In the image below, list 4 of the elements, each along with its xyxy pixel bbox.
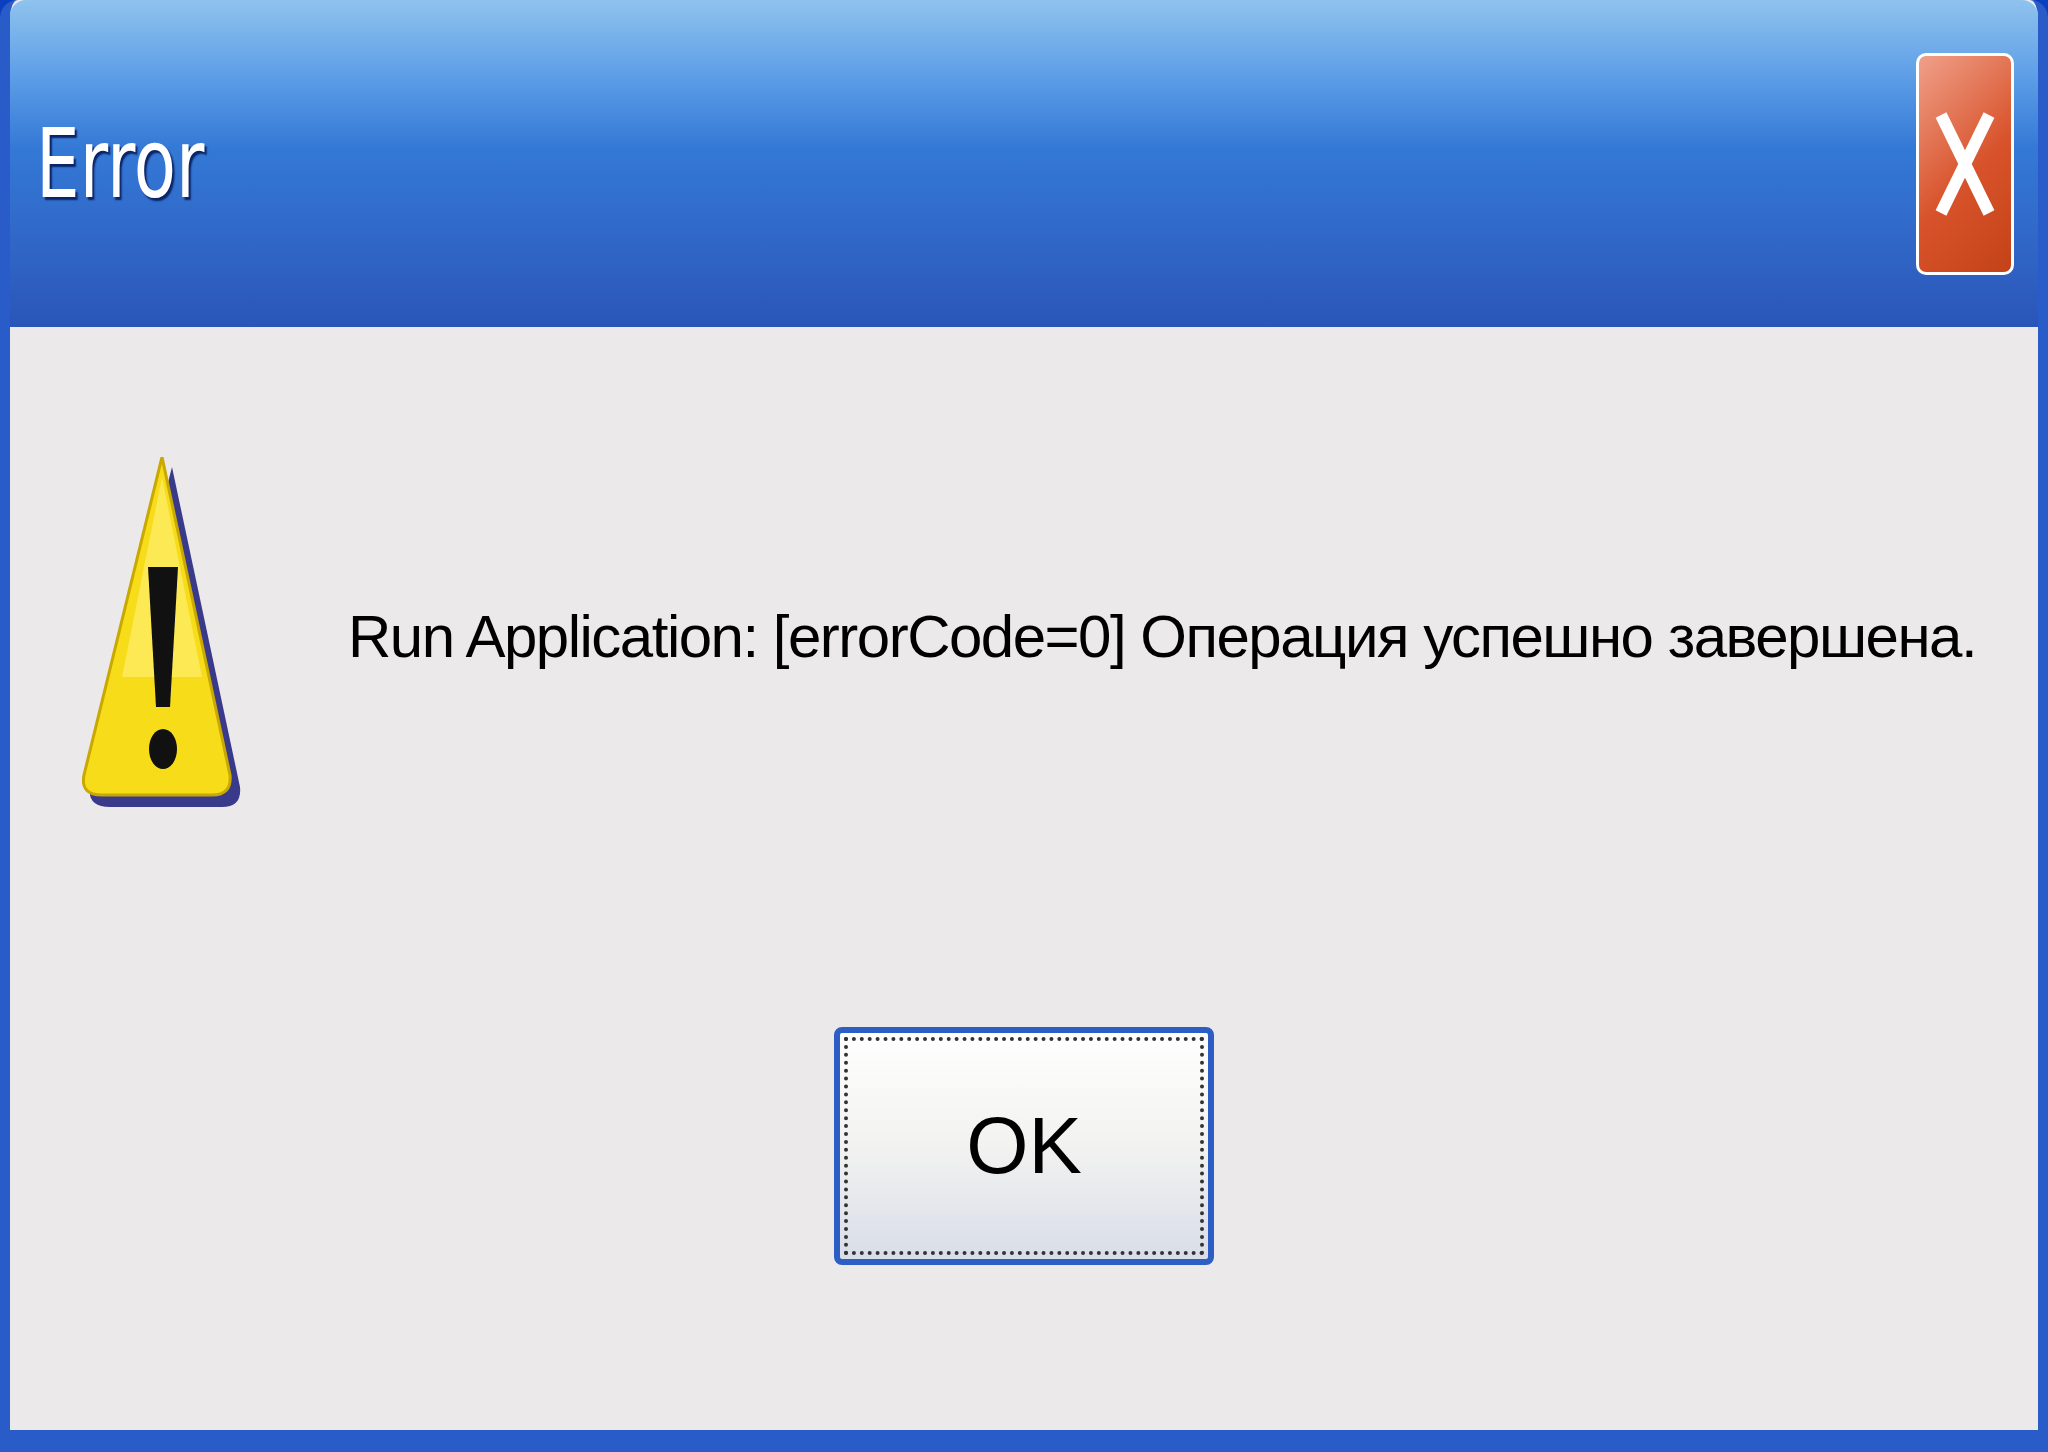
window-title: Error [36,106,205,222]
ok-button[interactable]: OK [834,1027,1214,1265]
message-text: Run Application: [errorCode=0] Операция успешно завершена. [348,602,1977,672]
close-button[interactable] [1916,52,2014,275]
